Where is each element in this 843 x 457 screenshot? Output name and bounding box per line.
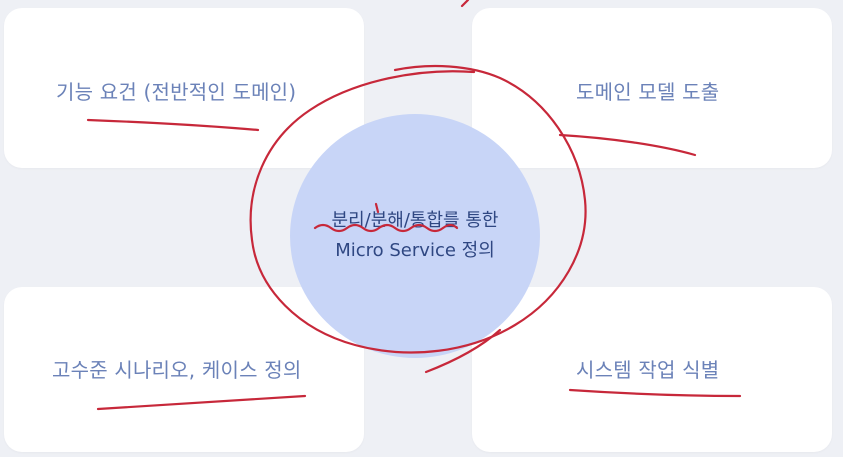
box-functional-requirements-label: 기능 요건 (전반적인 도메인) [56,80,297,104]
box-system-operations-label: 시스템 작업 식별 [576,358,720,382]
box-scenarios-label: 고수준 시나리오, 케이스 정의 [52,358,302,382]
box-domain-model-label: 도메인 모델 도출 [576,80,720,104]
center-title-line2: Micro Service 정의 [335,240,495,261]
center-title-line1: 분리/분해/통합를 통한 [331,210,499,231]
diagram-canvas: 기능 요건 (전반적인 도메인) 도메인 모델 도출 고수준 시나리오, 케이스… [0,0,843,457]
pen-tick-top [460,0,470,8]
